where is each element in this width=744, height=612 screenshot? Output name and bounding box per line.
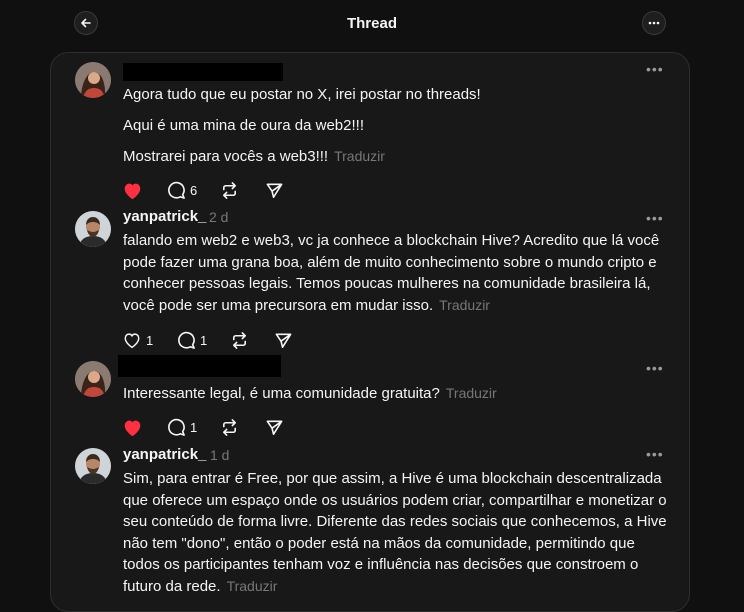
translate-link[interactable]: Traduzir: [446, 385, 497, 401]
like-button[interactable]: [122, 416, 143, 438]
translate-link[interactable]: Traduzir: [439, 297, 490, 313]
reply-button[interactable]: 1: [177, 329, 207, 351]
post-text-block: Mostrarei para vocês a web3!!! Traduzir: [123, 146, 673, 168]
heart-icon: [124, 183, 141, 199]
redacted-username: [123, 63, 283, 81]
avatar[interactable]: [75, 211, 111, 247]
username[interactable]: yanpatrick_: [123, 208, 206, 225]
post-text: Mostrarei para vocês a web3!!!: [123, 148, 329, 165]
heart-icon: [124, 333, 140, 349]
avatar[interactable]: [75, 361, 111, 397]
post-text-block: Interessante legal, é uma comunidade gra…: [123, 383, 673, 405]
repost-icon: [222, 181, 237, 199]
like-button[interactable]: 1: [122, 329, 153, 351]
post-time: 1 d: [210, 447, 230, 463]
post-text-block: falando em web2 e web3, vc ja conhece a …: [123, 230, 673, 316]
reply-button[interactable]: 6: [167, 179, 197, 201]
share-button[interactable]: [265, 179, 284, 201]
repost-icon: [222, 418, 237, 436]
username[interactable]: yanpatrick_: [123, 446, 206, 463]
comment-icon: [178, 331, 195, 349]
more-options-button[interactable]: [642, 11, 666, 35]
share-button[interactable]: [274, 329, 293, 351]
like-button[interactable]: [122, 179, 143, 201]
post-text: falando em web2 e web3, vc ja conhece a …: [123, 232, 660, 314]
more-icon[interactable]: •••: [646, 360, 664, 376]
send-icon: [275, 333, 292, 348]
avatar[interactable]: [75, 448, 111, 484]
translate-link[interactable]: Traduzir: [227, 578, 278, 594]
post-text: Aqui é uma mina de oura da web2!!!: [123, 117, 364, 134]
heart-icon: [124, 420, 141, 436]
reply-count: 1: [200, 332, 208, 348]
like-count: 1: [146, 332, 154, 348]
more-icon[interactable]: •••: [646, 61, 664, 77]
comment-icon: [168, 181, 185, 199]
post-time: 2 d: [209, 209, 229, 225]
post-text: Interessante legal, é uma comunidade gra…: [123, 385, 440, 402]
send-icon: [266, 183, 283, 198]
repost-button[interactable]: [220, 179, 239, 201]
redacted-username: [118, 355, 281, 377]
more-horizontal-icon: [648, 21, 660, 25]
avatar[interactable]: [75, 62, 111, 98]
repost-button[interactable]: [230, 329, 249, 351]
share-button[interactable]: [265, 416, 284, 438]
post-text-block: Sim, para entrar é Free, por que assim, …: [123, 468, 673, 597]
more-icon[interactable]: •••: [646, 446, 664, 462]
reply-count: 6: [190, 182, 198, 198]
comment-icon: [168, 418, 185, 436]
post-text: Sim, para entrar é Free, por que assim, …: [123, 470, 667, 595]
translate-link[interactable]: Traduzir: [334, 148, 385, 164]
send-icon: [266, 420, 283, 435]
repost-icon: [232, 331, 247, 349]
repost-button[interactable]: [220, 416, 239, 438]
page-title: Thread: [346, 15, 397, 32]
reply-button[interactable]: 1: [167, 416, 197, 438]
more-icon[interactable]: •••: [646, 210, 664, 226]
top-bar: Thread: [0, 0, 744, 48]
reply-count: 1: [190, 419, 198, 435]
post-text: Agora tudo que eu postar no X, irei post…: [123, 86, 481, 103]
